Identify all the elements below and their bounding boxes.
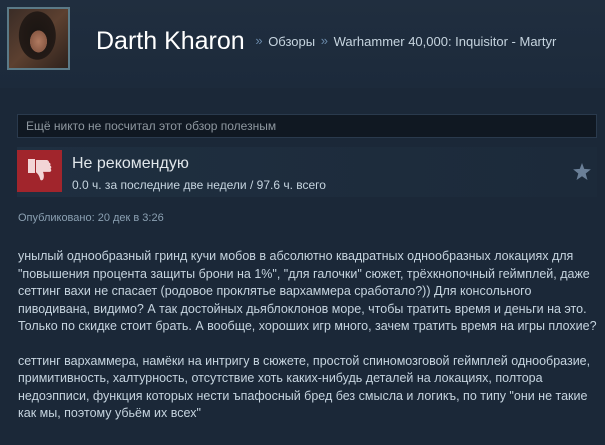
profile-header: Darth Kharon » Обзоры » Warhammer 40,000… — [0, 0, 605, 88]
posted-date: Опубликовано: 20 дек в 3:26 — [18, 212, 164, 224]
review-paragraph: унылый однообразный гринд кучи мобов в а… — [18, 249, 597, 333]
star-icon[interactable] — [573, 163, 591, 185]
review-paragraph: сеттинг вархаммера, намёки на интригу в … — [18, 353, 591, 421]
review-verdict: Не рекомендую — [72, 155, 189, 172]
breadcrumb-separator: » — [320, 32, 328, 48]
breadcrumb-reviews-link[interactable]: Обзоры — [268, 34, 315, 49]
avatar-image — [9, 9, 68, 68]
review-body: унылый однообразный гринд кучи мобов в а… — [18, 248, 603, 440]
helpful-count-bar: Ещё никто не посчитал этот обзор полезны… — [17, 114, 597, 138]
persona-name-link[interactable]: Darth Kharon — [96, 27, 245, 55]
breadcrumb-game-link[interactable]: Warhammer 40,000: Inquisitor - Martyr — [334, 34, 557, 49]
review-verdict-box: Не рекомендую 0.0 ч. за последние две не… — [17, 147, 597, 197]
breadcrumb: Darth Kharon » Обзоры » Warhammer 40,000… — [96, 27, 556, 56]
thumbs-down-icon — [17, 150, 62, 192]
hours-played: 0.0 ч. за последние две недели / 97.6 ч.… — [72, 178, 326, 192]
avatar[interactable] — [7, 7, 70, 70]
breadcrumb-separator: » — [255, 32, 263, 48]
